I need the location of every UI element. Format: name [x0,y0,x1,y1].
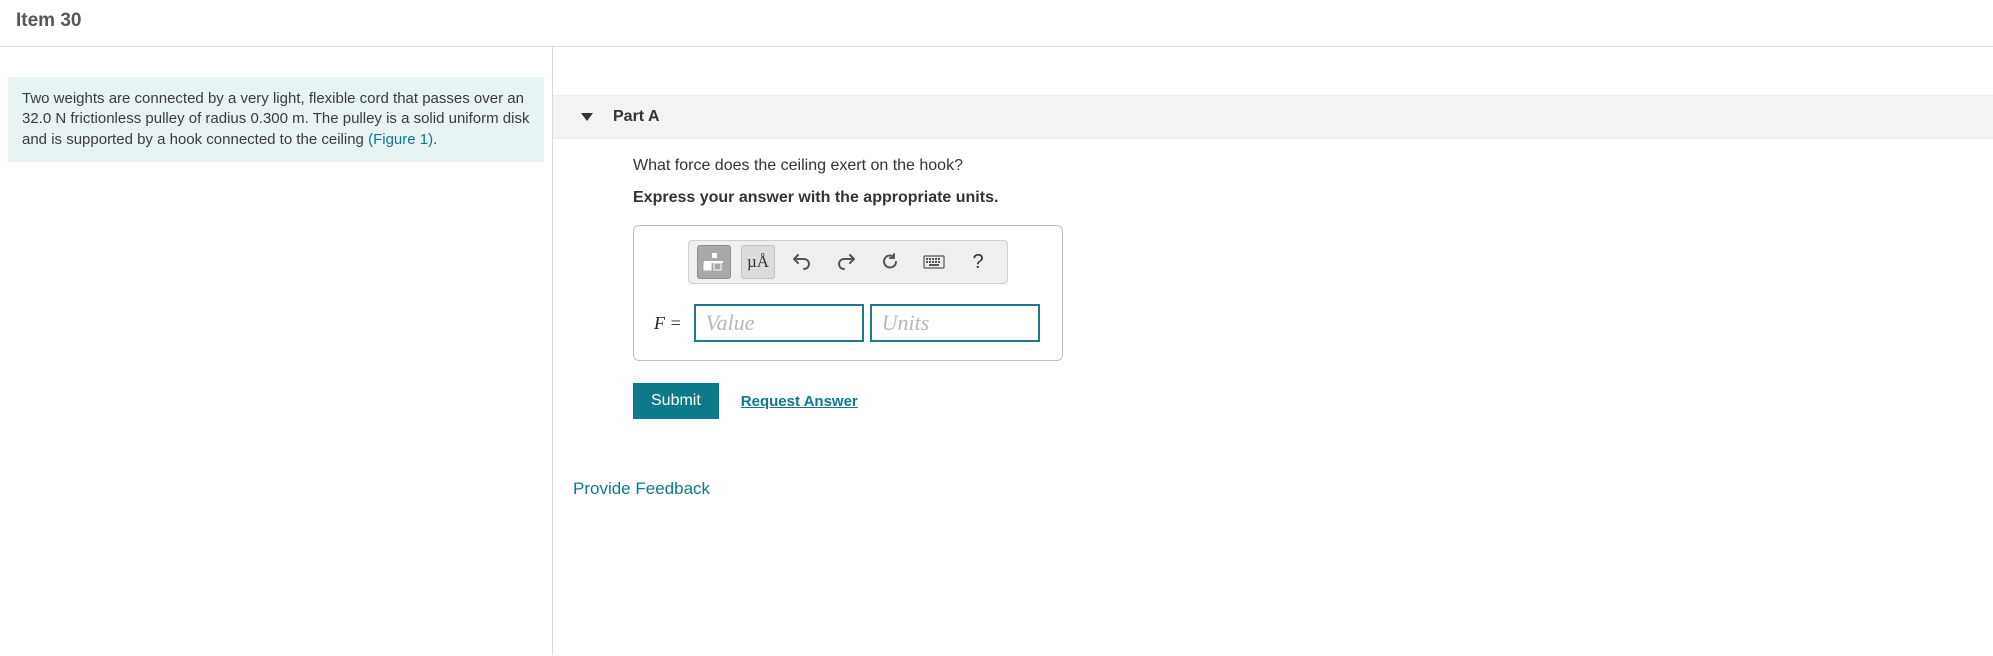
answer-input-row: F = [648,304,1048,342]
part-label: Part A [613,108,660,126]
reset-icon-svg [880,252,900,272]
help-icon-label: ? [972,251,983,274]
units-input[interactable] [870,304,1040,342]
action-row: Submit Request Answer [633,383,1993,419]
keyboard-icon-svg [923,255,945,269]
reset-icon[interactable] [873,245,907,279]
problem-text: Two weights are connected by a very ligh… [22,90,529,148]
redo-icon[interactable] [829,245,863,279]
instruction-text: Express your answer with the appropriate… [633,189,1993,207]
answer-card: µÅ [633,225,1063,361]
problem-statement: Two weights are connected by a very ligh… [8,77,544,162]
item-title: Item 30 [16,10,1977,32]
redo-icon-svg [836,252,856,272]
templates-icon[interactable] [697,245,731,279]
value-input[interactable] [694,304,864,342]
part-body: What force does the ceiling exert on the… [553,157,1993,419]
page-header: Item 30 [0,0,1993,47]
variable-label: F = [654,304,688,342]
units-button[interactable]: µÅ [741,245,775,279]
request-answer-link[interactable]: Request Answer [741,393,858,410]
left-pane: Two weights are connected by a very ligh… [0,47,553,655]
right-pane: Part A What force does the ceiling exert… [553,47,1993,655]
provide-feedback-link[interactable]: Provide Feedback [573,479,710,498]
submit-button[interactable]: Submit [633,383,719,419]
templates-icon-svg [703,252,725,272]
question-text: What force does the ceiling exert on the… [633,157,1993,175]
part-header[interactable]: Part A [553,95,1993,139]
content-area: Two weights are connected by a very ligh… [0,47,1993,655]
figure-link[interactable]: (Figure 1) [368,131,433,148]
help-icon[interactable]: ? [961,245,995,279]
units-button-label: µÅ [747,252,769,272]
undo-icon-svg [792,252,812,272]
provide-feedback: Provide Feedback [553,479,1993,499]
equation-toolbar: µÅ [688,240,1008,284]
keyboard-icon[interactable] [917,245,951,279]
undo-icon[interactable] [785,245,819,279]
chevron-down-icon [581,113,593,121]
